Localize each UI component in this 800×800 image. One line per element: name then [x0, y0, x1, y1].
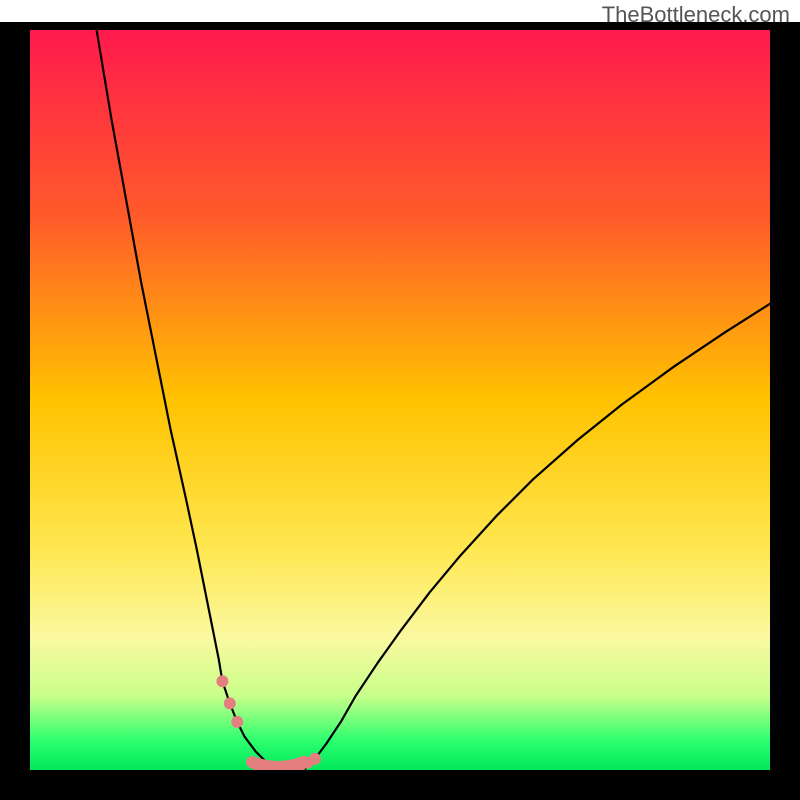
plot-frame	[0, 22, 800, 800]
plot-area	[30, 30, 770, 770]
marker-dot	[224, 697, 236, 709]
chart-svg	[30, 30, 770, 770]
chart-container: TheBottleneck.com	[0, 0, 800, 800]
watermark-text: TheBottleneck.com	[602, 2, 790, 28]
marker-dot	[216, 675, 228, 687]
marker-dot	[231, 716, 243, 728]
gradient-background	[30, 30, 770, 770]
